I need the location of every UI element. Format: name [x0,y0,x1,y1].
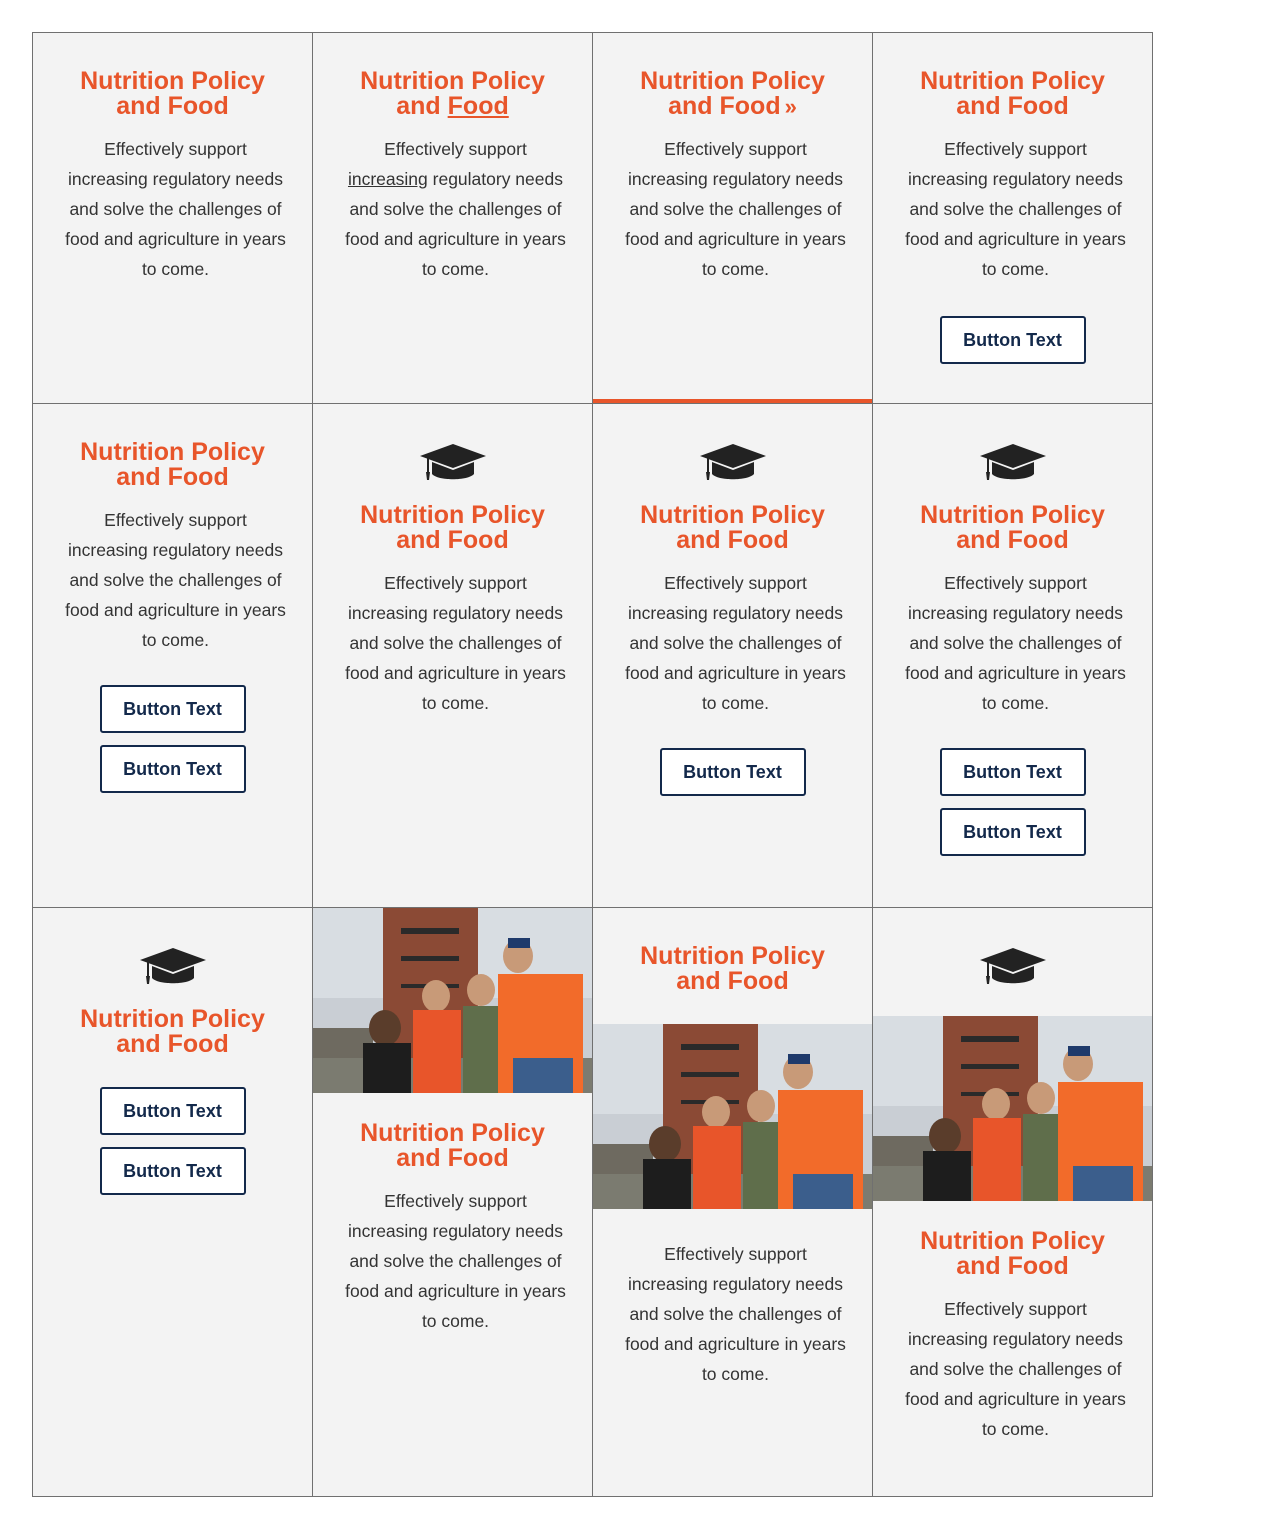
card-text: Effectively support increasing regulator… [345,573,566,713]
card[interactable]: Nutrition Policy and Food Effectively su… [313,908,593,1497]
card-hover[interactable]: Nutrition Policy and Food Effectively su… [313,33,593,404]
card-button[interactable]: Button Text [99,1147,246,1195]
card-text: Effectively support increasing regulator… [65,139,286,279]
card-text: Effectively support increasing regulator… [65,510,286,650]
card-title[interactable]: Nutrition Policy and Food [913,503,1113,553]
chevron-right-icon: » [784,94,797,119]
card[interactable]: Nutrition Policy and Food Effectively su… [33,33,313,404]
card[interactable]: Nutrition Policy and Food Effectively su… [593,908,873,1497]
card-active[interactable]: Nutrition Policy and Food» Effectively s… [593,33,873,404]
card-row: Nutrition Policy and Food Button Text Bu… [33,908,1153,1497]
card[interactable]: Nutrition Policy and Food Effectively su… [313,404,593,908]
card-title[interactable]: Nutrition Policy and Food» [633,69,833,120]
card[interactable]: Nutrition Policy and Food Effectively su… [873,908,1153,1497]
card[interactable]: Nutrition Policy and Food Effectively su… [873,33,1153,404]
card-button[interactable]: Button Text [939,316,1086,364]
card-text: Effectively support increasing regulator… [905,139,1126,279]
graduation-cap-icon [418,440,488,484]
graduation-cap-icon [978,440,1048,484]
card-row: Nutrition Policy and Food Effectively su… [33,404,1153,908]
card[interactable]: Nutrition Policy and Food Effectively su… [593,404,873,908]
card-text: Effectively support increasing regulator… [345,1191,566,1331]
card-button[interactable]: Button Text [99,1087,246,1135]
active-indicator [593,399,872,403]
card-title[interactable]: Nutrition Policy and Food [913,69,1113,119]
students-photo [593,1024,872,1209]
card-text: Effectively support increasing regulator… [625,1244,846,1384]
inline-link[interactable]: increasing [348,169,428,189]
card-title[interactable]: Nutrition Policy and Food [913,1229,1113,1279]
card-button[interactable]: Button Text [939,808,1086,856]
card[interactable]: Nutrition Policy and Food Button Text Bu… [33,908,313,1497]
cards-grid: Nutrition Policy and Food Effectively su… [32,32,1153,1497]
title-link-underlined[interactable]: Food [448,92,509,120]
card[interactable]: Nutrition Policy and Food Effectively su… [33,404,313,908]
card-title[interactable]: Nutrition Policy and Food [353,503,553,553]
graduation-cap-icon [978,944,1048,988]
card-title[interactable]: Nutrition Policy and Food [633,944,833,994]
card-text: Effectively support increasing regulator… [905,1299,1126,1439]
graduation-cap-icon [138,944,208,988]
card-button[interactable]: Button Text [659,748,806,796]
students-photo [873,1016,1152,1201]
card-title[interactable]: Nutrition Policy and Food [633,503,833,553]
card-text: Effectively support increasing regulator… [905,573,1126,713]
card-button[interactable]: Button Text [99,745,246,793]
card-text: Effectively support increasing regulator… [345,139,566,279]
card-title[interactable]: Nutrition Policy and Food [353,1121,553,1171]
students-photo [313,908,592,1093]
card-text: Effectively support increasing regulator… [625,573,846,713]
card-button[interactable]: Button Text [939,748,1086,796]
card[interactable]: Nutrition Policy and Food Effectively su… [873,404,1153,908]
card-button[interactable]: Button Text [99,685,246,733]
card-title[interactable]: Nutrition Policy and Food [353,69,553,119]
card-title[interactable]: Nutrition Policy and Food [73,440,273,490]
graduation-cap-icon [698,440,768,484]
card-title[interactable]: Nutrition Policy and Food [73,69,273,119]
card-row: Nutrition Policy and Food Effectively su… [33,33,1153,404]
card-title[interactable]: Nutrition Policy and Food [73,1007,273,1057]
card-text: Effectively support increasing regulator… [625,139,846,279]
